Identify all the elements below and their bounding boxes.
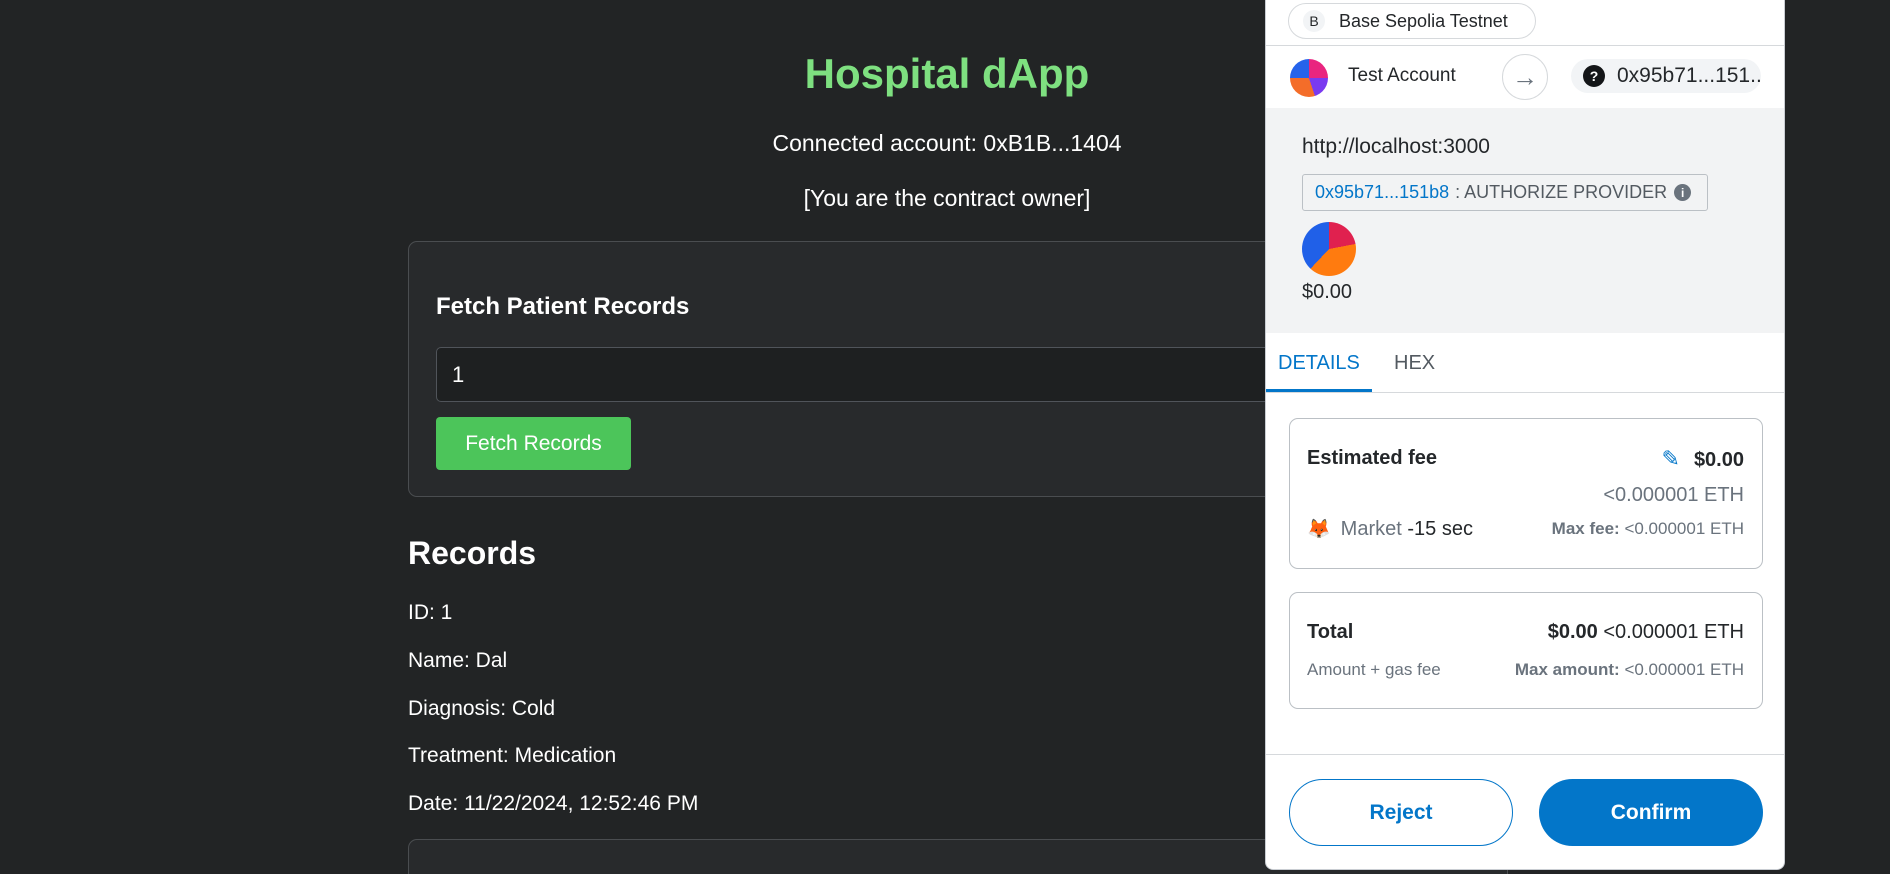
total-fiat: $0.00 [1547,621,1598,643]
confirm-button[interactable]: Confirm [1539,779,1763,846]
max-fee-row: Max fee: <0.000001 ETH [1552,519,1744,539]
recipient-address: 0x95b71...151... [1617,64,1761,87]
gas-speed-time: -15 sec [1407,518,1473,540]
divider [1266,392,1784,393]
max-fee-value: <0.000001 ETH [1624,519,1744,538]
total-eth: <0.000001 ETH [1603,621,1744,643]
fetch-records-button[interactable]: Fetch Records [436,417,631,470]
question-icon: ? [1583,65,1605,87]
fetch-card-heading: Fetch Patient Records [436,293,690,320]
estimated-fee-fiat: $0.00 [1693,449,1744,471]
reject-button[interactable]: Reject [1289,779,1513,846]
account-row: Test Account → ? 0x95b71...151... [1266,45,1784,107]
total-value-row: $0.00 <0.000001 ETH [1548,621,1744,644]
tab-details[interactable]: DETAILS [1278,333,1360,393]
tab-bar: DETAILS HEX [1266,333,1784,393]
tab-hex[interactable]: HEX [1394,333,1435,393]
info-icon[interactable]: i [1674,184,1692,201]
origin-url: http://localhost:3000 [1302,135,1490,158]
record-diagnosis: Diagnosis: Cold [408,697,556,720]
record-treatment: Treatment: Medication [408,744,617,767]
recipient-pill[interactable]: ? 0x95b71...151... [1571,59,1761,93]
network-name: Base Sepolia Testnet [1339,10,1508,31]
total-label: Total [1307,621,1354,643]
method-box: 0x95b71...151b8 : AUTHORIZE PROVIDER i [1302,174,1708,211]
gas-speed[interactable]: 🦊 Market -15 sec [1307,517,1473,541]
estimated-fee-box: Estimated fee ✎ $0.00 <0.000001 ETH 🦊 Mark… [1289,418,1763,569]
record-name: Name: Dal [408,649,508,672]
method-name: : AUTHORIZE PROVIDER [1455,182,1668,202]
estimated-fee-fiat-row: ✎ $0.00 [1662,446,1745,472]
estimated-fee-eth: <0.000001 ETH [1603,484,1744,506]
network-icon: B [1303,10,1325,32]
network-selector[interactable]: B Base Sepolia Testnet [1288,3,1536,39]
arrow-right-icon: → [1502,54,1548,100]
records-heading: Records [408,535,537,571]
token-value: $0.00 [1302,281,1353,303]
wallet-popup: B Base Sepolia Testnet Test Account → ? … [1265,0,1785,870]
fox-icon: 🦊 [1307,519,1331,540]
total-sub-label: Amount + gas fee [1307,660,1441,679]
record-id: ID: 1 [408,601,453,624]
token-avatar [1302,222,1356,276]
edit-pencil-icon[interactable]: ✎ [1662,446,1680,471]
max-fee-label: Max fee: [1551,519,1620,538]
account-name: Test Account [1348,65,1456,86]
max-amount-row: Max amount: <0.000001 ETH [1515,660,1744,680]
footer-divider [1266,754,1784,755]
total-box: Total $0.00 <0.000001 ETH Amount + gas f… [1289,592,1763,709]
estimated-fee-label: Estimated fee [1307,447,1438,469]
max-amount-value: <0.000001 ETH [1624,660,1744,679]
gas-speed-label: Market [1340,518,1402,540]
max-amount-label: Max amount: [1514,660,1620,679]
record-date: Date: 11/22/2024, 12:52:46 PM [408,792,699,815]
account-avatar [1290,59,1328,97]
origin-block: http://localhost:3000 0x95b71...151b8 : … [1266,108,1784,333]
method-address[interactable]: 0x95b71...151b8 [1315,182,1449,203]
